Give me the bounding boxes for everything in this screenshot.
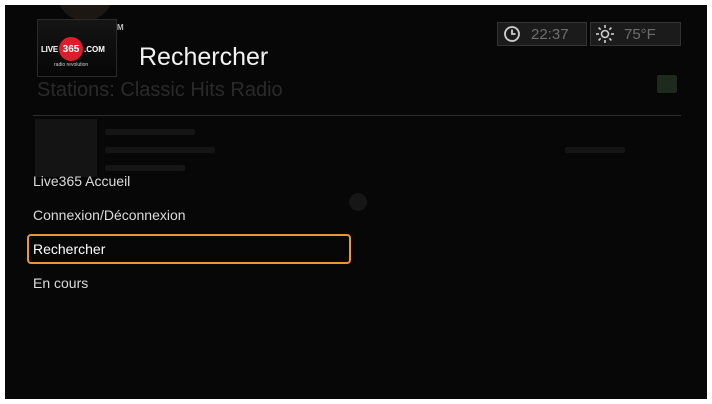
page-title: Rechercher (139, 43, 269, 71)
app-screen: Stations: Classic Hits Radio LIVE 365 .C… (5, 5, 707, 399)
main-menu: Live365 Accueil Connexion/Déconnexion Re… (27, 166, 351, 302)
background-play-icon (349, 193, 367, 211)
temperature-value: 75°F (624, 25, 656, 43)
live365-logo: LIVE 365 .COM radio revolution (37, 19, 117, 77)
logo-text-com: .COM (83, 44, 105, 54)
clock-icon (502, 24, 522, 44)
menu-item-now-playing[interactable]: En cours (27, 268, 351, 298)
background-divider (33, 115, 681, 116)
background-text-line (105, 147, 215, 153)
logo-text-live: LIVE (41, 44, 58, 54)
logo-number-badge: 365 (58, 37, 83, 61)
logo-mark: M (117, 23, 124, 32)
background-text-line (565, 147, 625, 153)
menu-item-login-logout[interactable]: Connexion/Déconnexion (27, 200, 351, 230)
clock-time: 22:37 (531, 25, 569, 43)
weather-widget: 75°F (590, 22, 681, 46)
logo-tagline: radio revolution (54, 62, 89, 68)
background-badge-icon (657, 75, 677, 93)
background-station-title: Stations: Classic Hits Radio (37, 79, 283, 101)
menu-item-search[interactable]: Rechercher (27, 234, 351, 264)
menu-item-live365-home[interactable]: Live365 Accueil (27, 166, 351, 196)
background-text-line (105, 129, 195, 135)
sun-icon (595, 24, 615, 44)
clock-widget: 22:37 (497, 22, 587, 46)
